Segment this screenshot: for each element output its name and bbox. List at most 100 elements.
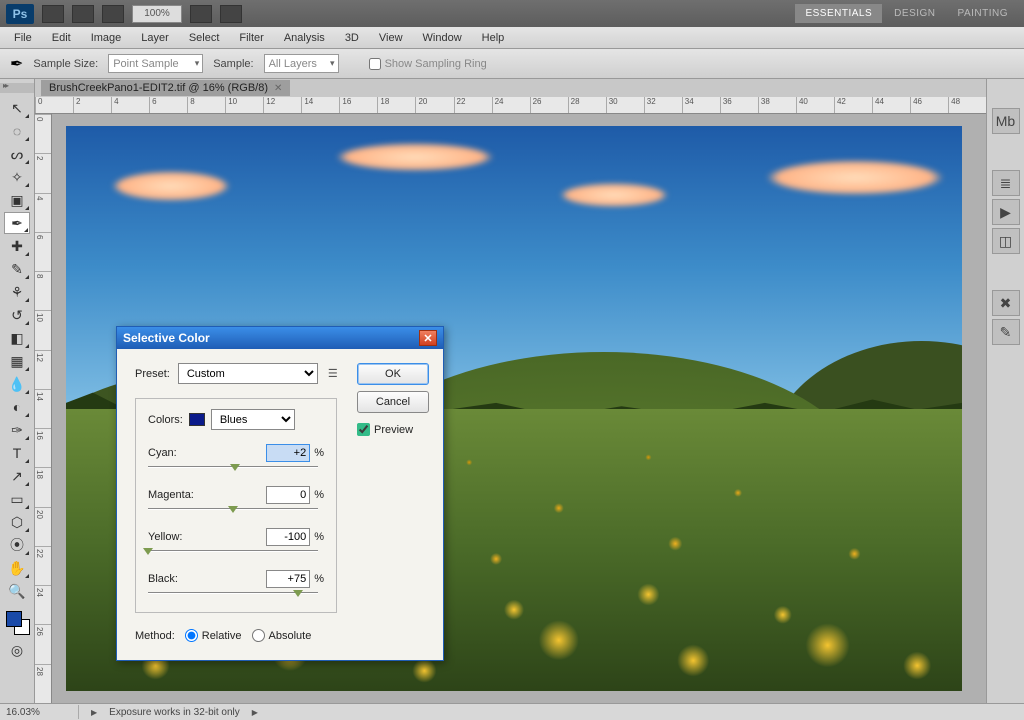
ruler-tick: 2: [35, 153, 51, 192]
preview-checkbox-input[interactable]: [357, 423, 370, 436]
quickmask-tool[interactable]: ◎: [4, 639, 30, 661]
brush-tool[interactable]: ✎: [4, 258, 30, 280]
eyedropper-tool[interactable]: ✒: [4, 212, 30, 234]
method-relative[interactable]: Relative: [185, 629, 242, 642]
sliders-group: Colors: Blues Cyan: % Magenta: %: [135, 398, 337, 613]
workspace-painting[interactable]: PAINTING: [948, 4, 1018, 23]
cyan-slider[interactable]: [148, 466, 318, 468]
menu-view[interactable]: View: [369, 29, 413, 47]
magenta-thumb[interactable]: [228, 506, 238, 513]
sample-size-dropdown[interactable]: Point Sample: [108, 54, 203, 73]
marquee-tool[interactable]: ◌: [4, 120, 30, 142]
ruler-tick: 24: [492, 97, 530, 113]
minibridge-panel-icon[interactable]: Mb: [992, 108, 1020, 134]
cyan-input[interactable]: [266, 444, 310, 462]
crop-tool[interactable]: ▣: [4, 189, 30, 211]
magenta-input[interactable]: [266, 486, 310, 504]
dialog-buttons: OK Cancel Preview: [357, 363, 429, 436]
heal-tool[interactable]: ✚: [4, 235, 30, 257]
move-tool[interactable]: ↖: [4, 97, 30, 119]
cancel-button[interactable]: Cancel: [357, 391, 429, 413]
pen-tool[interactable]: ✑: [4, 419, 30, 441]
gradient-tool[interactable]: ▦: [4, 350, 30, 372]
cyan-slider-row: Cyan: %: [148, 444, 324, 468]
menu-layer[interactable]: Layer: [131, 29, 179, 47]
preset-menu-icon[interactable]: ☰: [326, 367, 340, 381]
relative-radio[interactable]: [185, 629, 198, 642]
show-ring-checkbox[interactable]: [369, 58, 381, 70]
tools-collapse[interactable]: [0, 83, 34, 93]
bridge-icon[interactable]: [42, 5, 64, 23]
wand-tool[interactable]: ✧: [4, 166, 30, 188]
cyan-thumb[interactable]: [230, 464, 240, 471]
menu-edit[interactable]: Edit: [42, 29, 81, 47]
absolute-radio[interactable]: [252, 629, 265, 642]
fg-color-swatch[interactable]: [6, 611, 22, 627]
zoom-dropdown[interactable]: 100%: [132, 5, 182, 23]
hand-tool[interactable]: ✋: [4, 557, 30, 579]
show-sampling-ring[interactable]: Show Sampling Ring: [369, 58, 487, 70]
tab-close-icon[interactable]: ✕: [274, 83, 282, 94]
workspace-essentials[interactable]: ESSENTIALS: [795, 4, 882, 23]
dodge-tool[interactable]: ◐: [4, 396, 30, 418]
dialog-close-button[interactable]: ✕: [419, 330, 437, 346]
black-input[interactable]: [266, 570, 310, 588]
doc-info-menu-icon[interactable]: ▶: [252, 708, 258, 717]
camera-tool[interactable]: ⦿: [4, 534, 30, 556]
colors-dropdown[interactable]: Blues: [211, 409, 295, 430]
brushes-panel-icon[interactable]: ✎: [992, 319, 1020, 345]
screen-mode-icon[interactable]: [102, 5, 124, 23]
3d-tool[interactable]: ⬡: [4, 511, 30, 533]
dialog-titlebar[interactable]: Selective Color ✕: [117, 327, 443, 349]
history-panel-icon[interactable]: ≣: [992, 170, 1020, 196]
doc-info-arrow-icon[interactable]: ▶: [91, 708, 97, 717]
status-zoom[interactable]: 16.03%: [6, 707, 66, 718]
menu-bar: File Edit Image Layer Select Filter Anal…: [0, 27, 1024, 49]
menu-analysis[interactable]: Analysis: [274, 29, 335, 47]
menu-select[interactable]: Select: [179, 29, 230, 47]
method-row: Method: Relative Absolute: [135, 629, 429, 642]
blur-tool[interactable]: 💧: [4, 373, 30, 395]
eraser-tool[interactable]: ◧: [4, 327, 30, 349]
extras-icon[interactable]: [220, 5, 242, 23]
sample-label: Sample:: [213, 58, 253, 70]
document-tab[interactable]: BrushCreekPano1-EDIT2.tif @ 16% (RGB/8) …: [41, 80, 290, 96]
path-select-tool[interactable]: ↗: [4, 465, 30, 487]
black-thumb[interactable]: [293, 590, 303, 597]
layers-panel-icon[interactable]: ◫: [992, 228, 1020, 254]
menu-help[interactable]: Help: [472, 29, 515, 47]
yellow-thumb[interactable]: [143, 548, 153, 555]
menu-filter[interactable]: Filter: [229, 29, 273, 47]
minibridge-icon[interactable]: [72, 5, 94, 23]
menu-image[interactable]: Image: [81, 29, 132, 47]
magenta-slider-row: Magenta: %: [148, 486, 324, 510]
method-absolute[interactable]: Absolute: [252, 629, 312, 642]
actions-panel-icon[interactable]: ▶: [992, 199, 1020, 225]
yellow-input[interactable]: [266, 528, 310, 546]
ok-button[interactable]: OK: [357, 363, 429, 385]
arrange-docs-icon[interactable]: [190, 5, 212, 23]
stamp-tool[interactable]: ⚘: [4, 281, 30, 303]
yellow-slider[interactable]: [148, 550, 318, 552]
ruler-tick: 4: [111, 97, 149, 113]
workspace-design[interactable]: DESIGN: [884, 4, 945, 23]
tool-presets-panel-icon[interactable]: ✖: [992, 290, 1020, 316]
ruler-tick: 12: [35, 350, 51, 389]
preset-dropdown[interactable]: Custom: [178, 363, 318, 384]
yellow-pct: %: [314, 531, 324, 543]
menu-file[interactable]: File: [4, 29, 42, 47]
history-brush-tool[interactable]: ↺: [4, 304, 30, 326]
magenta-slider[interactable]: [148, 508, 318, 510]
color-swatches[interactable]: [0, 608, 34, 638]
zoom-tool[interactable]: 🔍: [4, 580, 30, 602]
type-tool[interactable]: T: [4, 442, 30, 464]
menu-3d[interactable]: 3D: [335, 29, 369, 47]
ruler-vertical: 0246810121416182022242628: [35, 114, 52, 703]
colors-label: Colors:: [148, 414, 183, 426]
menu-window[interactable]: Window: [413, 29, 472, 47]
sample-dropdown[interactable]: All Layers: [264, 54, 339, 73]
lasso-tool[interactable]: ᔕ: [4, 143, 30, 165]
black-slider[interactable]: [148, 592, 318, 594]
shape-tool[interactable]: ▭: [4, 488, 30, 510]
preview-checkbox[interactable]: Preview: [357, 423, 429, 436]
